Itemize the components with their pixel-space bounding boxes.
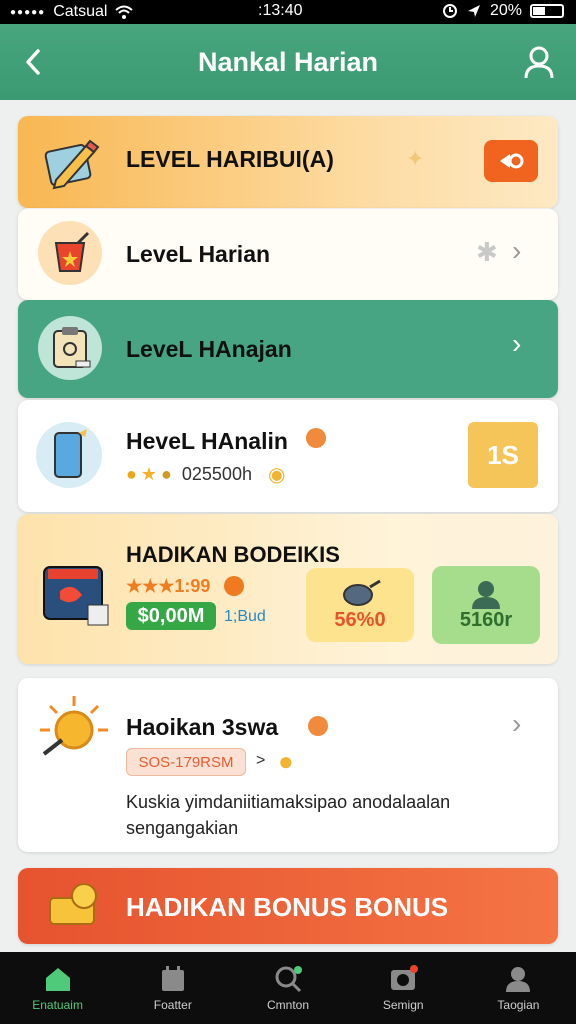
meta-row: ● ★ ● 025500h ◉: [126, 462, 285, 487]
chevron-right-icon: ›: [512, 235, 522, 266]
level-card-hevel[interactable]: HeveL HAnalin ● ★ ● 025500h ◉ 1S: [18, 400, 558, 512]
back-button[interactable]: [18, 44, 48, 80]
person-icon: [524, 46, 554, 79]
location-icon: [467, 5, 480, 17]
alarm-icon: [442, 4, 457, 18]
coin-sun-icon: [38, 694, 110, 766]
home-icon: [45, 968, 70, 991]
clock: :13:40: [258, 2, 303, 19]
nav-calendar[interactable]: Foatter: [115, 952, 230, 1024]
reward-button-person[interactable]: 5160r: [432, 566, 540, 644]
nav-search[interactable]: Cmnton: [230, 952, 345, 1024]
bonus-banner[interactable]: HADIKAN BONUS BONUS: [18, 868, 558, 944]
rating-text: ★★★1:99: [126, 576, 211, 596]
level-card-daily[interactable]: LEVEL HARIBUI(A) ✦: [18, 116, 558, 208]
profile-button[interactable]: [522, 44, 556, 80]
battery-percent: 20%: [489, 2, 522, 19]
arrow-icon: >: [256, 752, 266, 769]
paint-bucket-icon: [38, 221, 102, 285]
bug-icon: [343, 579, 381, 606]
code-badge: SOS-179RSM: [126, 748, 246, 776]
reward-button-bug[interactable]: 56%0: [306, 568, 414, 642]
level-card-hanajan[interactable]: LeveL HAnajan ›: [18, 300, 558, 398]
game-console-icon: [36, 560, 116, 632]
calendar-icon: [161, 966, 184, 991]
badge-star-icon: ✱: [476, 237, 498, 267]
ticket-icon: [500, 153, 524, 169]
bonus-card-3swa[interactable]: Haoikan 3swa › SOS-179RSM > ● Kuskia yim…: [18, 678, 558, 852]
notification-dot: [306, 428, 326, 448]
person-icon: [506, 967, 531, 992]
nav-camera[interactable]: Semign: [346, 952, 461, 1024]
coin-stack-icon: ◉: [267, 464, 286, 486]
battery-icon: [530, 4, 564, 18]
meta-value: 025500h: [181, 464, 252, 484]
amount-badge: $0,00M: [126, 602, 216, 630]
signal-dots-icon: ●●●●●: [10, 6, 46, 18]
card-title: HADIKAN BODEIKIS: [126, 542, 340, 567]
person-icon: [472, 580, 500, 609]
status-bar: ●●●●● Catsual :13:40 20%: [0, 0, 576, 24]
count-badge: 1S: [468, 422, 538, 488]
banner-title: HADIKAN BONUS BONUS: [126, 892, 449, 922]
card-title: Haoikan 3swa: [126, 714, 279, 740]
amount-suffix: 1;Bud: [224, 608, 266, 625]
coins-icon: [42, 878, 106, 934]
description-line-1: Kuskia yimdaniitiamaksipao anodalaalan: [126, 792, 451, 812]
bonus-card-bodeikis[interactable]: HADIKAN BODEIKIS ★★★1:99 $0,00M 1;Bud 56…: [18, 514, 558, 664]
level-card-harian[interactable]: LeveL Harian ✱ ›: [18, 208, 558, 300]
coin-icon: ●: [161, 464, 172, 484]
search-icon: [275, 966, 302, 993]
coin-icon: ●: [278, 746, 294, 776]
notification-dot: [308, 716, 328, 736]
camera-icon: [391, 965, 419, 990]
ticket-button[interactable]: [484, 140, 538, 182]
carrier-label: Catsual: [53, 3, 108, 20]
card-title: LeveL HAnajan: [126, 336, 292, 362]
wifi-icon: [115, 5, 134, 19]
page-title: Nankal Harian: [197, 46, 379, 77]
chevron-left-icon: [26, 49, 40, 75]
star-icon: ✦: [406, 146, 425, 171]
card-title: HeveL HAnalin: [126, 428, 288, 454]
card-title: LEVEL HARIBUI(A): [126, 146, 334, 172]
star-icon: ★: [140, 464, 158, 484]
description-line-2: sengangakian: [126, 818, 239, 838]
info-dot: [224, 576, 244, 596]
app-header: Nankal Harian: [0, 24, 576, 100]
card-title: LeveL Harian: [126, 241, 271, 267]
nav-home[interactable]: Enatuaim: [0, 952, 115, 1024]
phone-icon: [36, 422, 102, 488]
chevron-right-icon: ›: [512, 328, 522, 359]
chevron-right-icon: ›: [512, 708, 522, 739]
clipboard-icon: [38, 316, 102, 380]
bottom-nav: Enatuaim Foatter Cmnton Semign Taogian: [0, 952, 576, 1024]
pencil-icon: [38, 130, 102, 194]
coin-icon: ●: [126, 464, 137, 484]
nav-profile[interactable]: Taogian: [461, 952, 576, 1024]
